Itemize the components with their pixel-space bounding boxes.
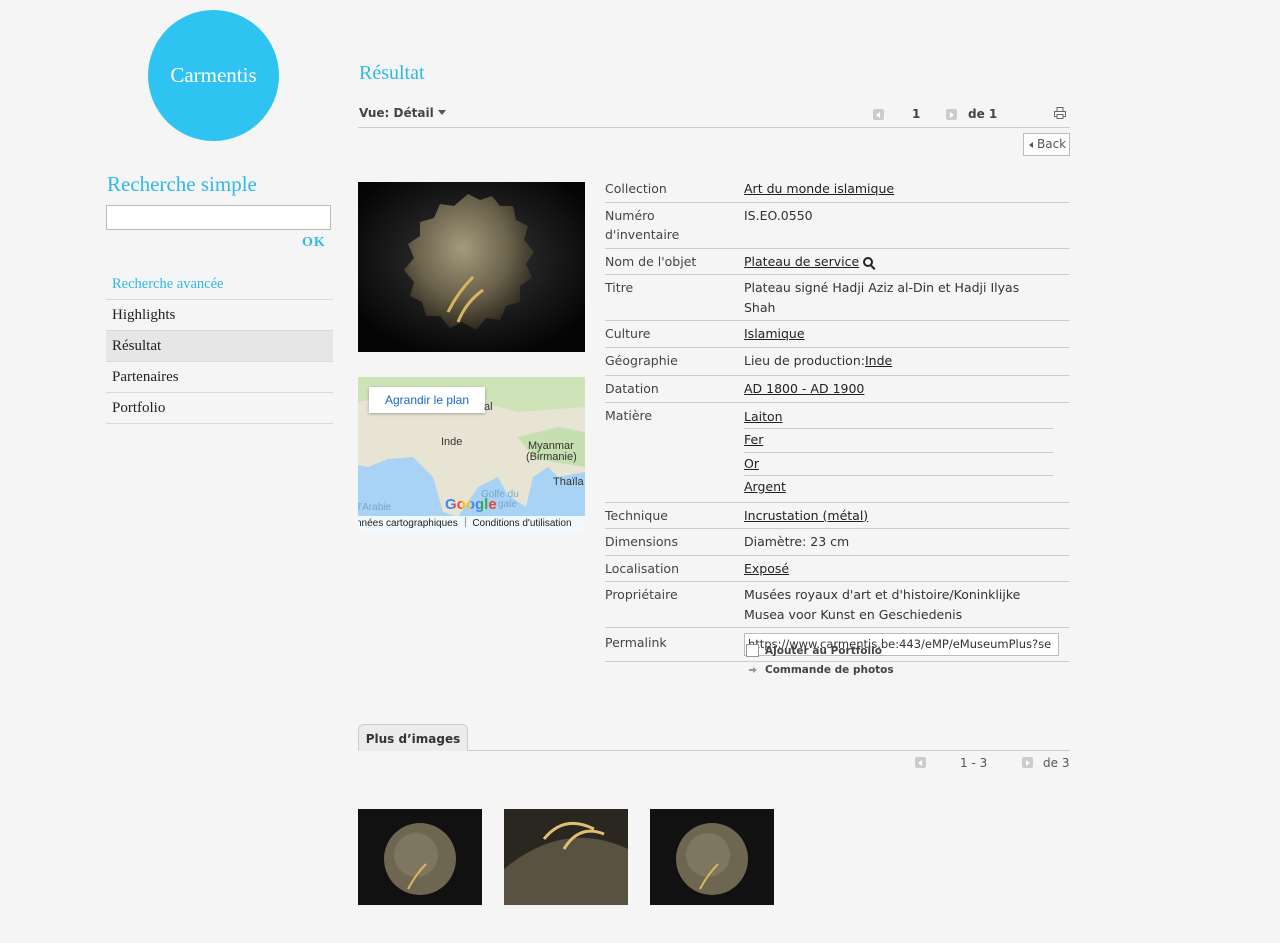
simple-search-title: Recherche simple [107, 172, 257, 196]
nav-item-result[interactable]: Résultat [106, 331, 333, 362]
print-icon[interactable] [1054, 107, 1066, 119]
tray-thumbnail-icon [358, 809, 482, 905]
location-map[interactable]: Agrandir le plan Inde Myanmar (Birmanie)… [358, 377, 585, 532]
ok-button[interactable]: OK [302, 235, 326, 251]
sidebar-nav: Recherche avancée Highlights Résultat Pa… [106, 269, 333, 424]
detail-label: Matière [605, 407, 653, 423]
map-label-arabia: l'Arabie [358, 502, 392, 513]
geography-link[interactable]: Inde [865, 353, 892, 368]
detail-row-culture: Culture Islamique [605, 321, 1069, 348]
detail-row-collection: Collection Art du monde islamique [605, 176, 1069, 203]
page-total: de 1 [968, 107, 998, 121]
back-button[interactable]: Back [1023, 133, 1070, 156]
tray-thumbnail-icon [650, 809, 774, 905]
detail-row-object-name: Nom de l'objet Plateau de service [605, 249, 1069, 275]
nav-item-highlights[interactable]: Highlights [106, 300, 333, 331]
detail-label: Localisation [605, 560, 679, 576]
map-label-nepal: al [484, 401, 493, 413]
detail-row-dimensions: Dimensions Diamètre: 23 cm [605, 529, 1069, 556]
search-input[interactable] [106, 205, 331, 230]
map-label-thailand: Thaïla [553, 476, 584, 488]
search-icon[interactable] [863, 256, 874, 267]
object-name-link[interactable]: Plateau de service [744, 254, 859, 269]
thumbnail-1[interactable] [358, 809, 482, 905]
detail-row-inventory: Numéro d'inventaire IS.EO.0550 [605, 203, 1069, 249]
detail-row-location: Localisation Exposé [605, 556, 1069, 582]
material-link-laiton[interactable]: Laiton [744, 409, 783, 424]
detail-label: Numéro d'inventaire [605, 207, 680, 243]
inventory-value: IS.EO.0550 [744, 207, 813, 223]
detail-label: Technique [605, 507, 668, 523]
thumbnail-3[interactable] [650, 809, 774, 905]
page-title: Résultat [359, 62, 425, 84]
detail-label: Collection [605, 181, 667, 196]
images-total: de 3 [1043, 756, 1070, 770]
nav-item-partners[interactable]: Partenaires [106, 362, 333, 393]
owner-value: Musées royaux d'art et d'histoire/Konink… [744, 587, 1021, 622]
detail-label: Propriétaire [605, 587, 678, 602]
culture-link[interactable]: Islamique [744, 326, 805, 341]
technique-link[interactable]: Incrustation (métal) [744, 508, 868, 523]
collection-link[interactable]: Art du monde islamique [744, 181, 894, 196]
nav-item-portfolio[interactable]: Portfolio [106, 393, 333, 424]
detail-label: Nom de l'objet [605, 253, 697, 269]
detail-row-title: Titre Plateau signé Hadji Aziz al-Din et… [605, 275, 1069, 321]
logo-text: Carmentis [170, 63, 257, 87]
object-image[interactable] [358, 182, 585, 352]
dimensions-value: Diamètre: 23 cm [744, 534, 850, 549]
tray-image-icon [358, 182, 585, 352]
map-footer: nnées cartographiques Conditions d'utili… [358, 516, 585, 532]
detail-row-geography: Géographie Lieu de production:Inde [605, 348, 1069, 376]
detail-label: Titre [605, 280, 634, 295]
detail-row-dating: Datation AD 1800 - AD 1900 [605, 376, 1069, 403]
geography-prefix: Lieu de production: [744, 352, 865, 368]
material-link-fer[interactable]: Fer [744, 432, 763, 447]
map-data-link[interactable]: nnées cartographiques [358, 518, 458, 529]
detail-row-owner: Propriétaire Musées royaux d'art et d'hi… [605, 582, 1069, 628]
caret-down-icon [437, 110, 446, 115]
images-next-icon[interactable] [1022, 757, 1033, 768]
detail-label: Permalink [605, 635, 667, 650]
add-portfolio[interactable]: Ajouter au Portfolio [746, 644, 882, 657]
tray-detail-thumbnail-icon [504, 809, 628, 905]
arrow-right-icon [749, 667, 757, 673]
detail-label: Datation [605, 381, 659, 396]
map-label-bengal: gale [498, 499, 517, 510]
detail-row-material: Matière Laiton Fer Or Argent [605, 403, 1069, 503]
carmentis-logo[interactable]: Carmentis [148, 10, 279, 141]
nav-item-advanced-search[interactable]: Recherche avancée [106, 269, 333, 300]
view-dropdown[interactable]: Vue: Détail [359, 106, 446, 120]
map-label-birmanie: (Birmanie) [526, 451, 577, 463]
images-prev-icon[interactable] [915, 757, 926, 768]
material-link-or[interactable]: Or [744, 456, 759, 471]
location-link[interactable]: Exposé [744, 561, 789, 576]
enlarge-map-button[interactable]: Agrandir le plan [369, 387, 485, 413]
detail-label: Géographie [605, 352, 678, 368]
title-value: Plateau signé Hadji Aziz al-Din et Hadji… [744, 280, 1020, 315]
map-terms-link[interactable]: Conditions d'utilisation [472, 518, 571, 529]
map-label-india: Inde [441, 436, 463, 448]
view-label: Vue: Détail [359, 106, 434, 120]
material-link-argent[interactable]: Argent [744, 479, 786, 494]
prev-page-icon[interactable] [873, 109, 884, 120]
current-page: 1 [912, 107, 921, 121]
object-details-table: Collection Art du monde islamique Numéro… [605, 176, 1069, 662]
portfolio-checkbox[interactable] [746, 644, 759, 657]
tab-more-images[interactable]: Plus d’images [358, 724, 468, 751]
photo-order-link[interactable]: Commande de photos [749, 664, 894, 676]
detail-label: Dimensions [605, 534, 678, 549]
photo-order-label: Commande de photos [765, 664, 894, 676]
detail-label: Culture [605, 326, 651, 341]
result-toolbar: Vue: Détail 1 de 1 [358, 104, 1070, 128]
dating-link[interactable]: AD 1800 - AD 1900 [744, 381, 864, 396]
add-portfolio-label: Ajouter au Portfolio [765, 645, 882, 657]
google-logo: Google [445, 496, 497, 513]
thumbnail-2[interactable] [504, 809, 628, 905]
detail-row-technique: Technique Incrustation (métal) [605, 503, 1069, 529]
next-page-icon[interactable] [946, 109, 957, 120]
images-range: 1 - 3 [960, 756, 988, 770]
